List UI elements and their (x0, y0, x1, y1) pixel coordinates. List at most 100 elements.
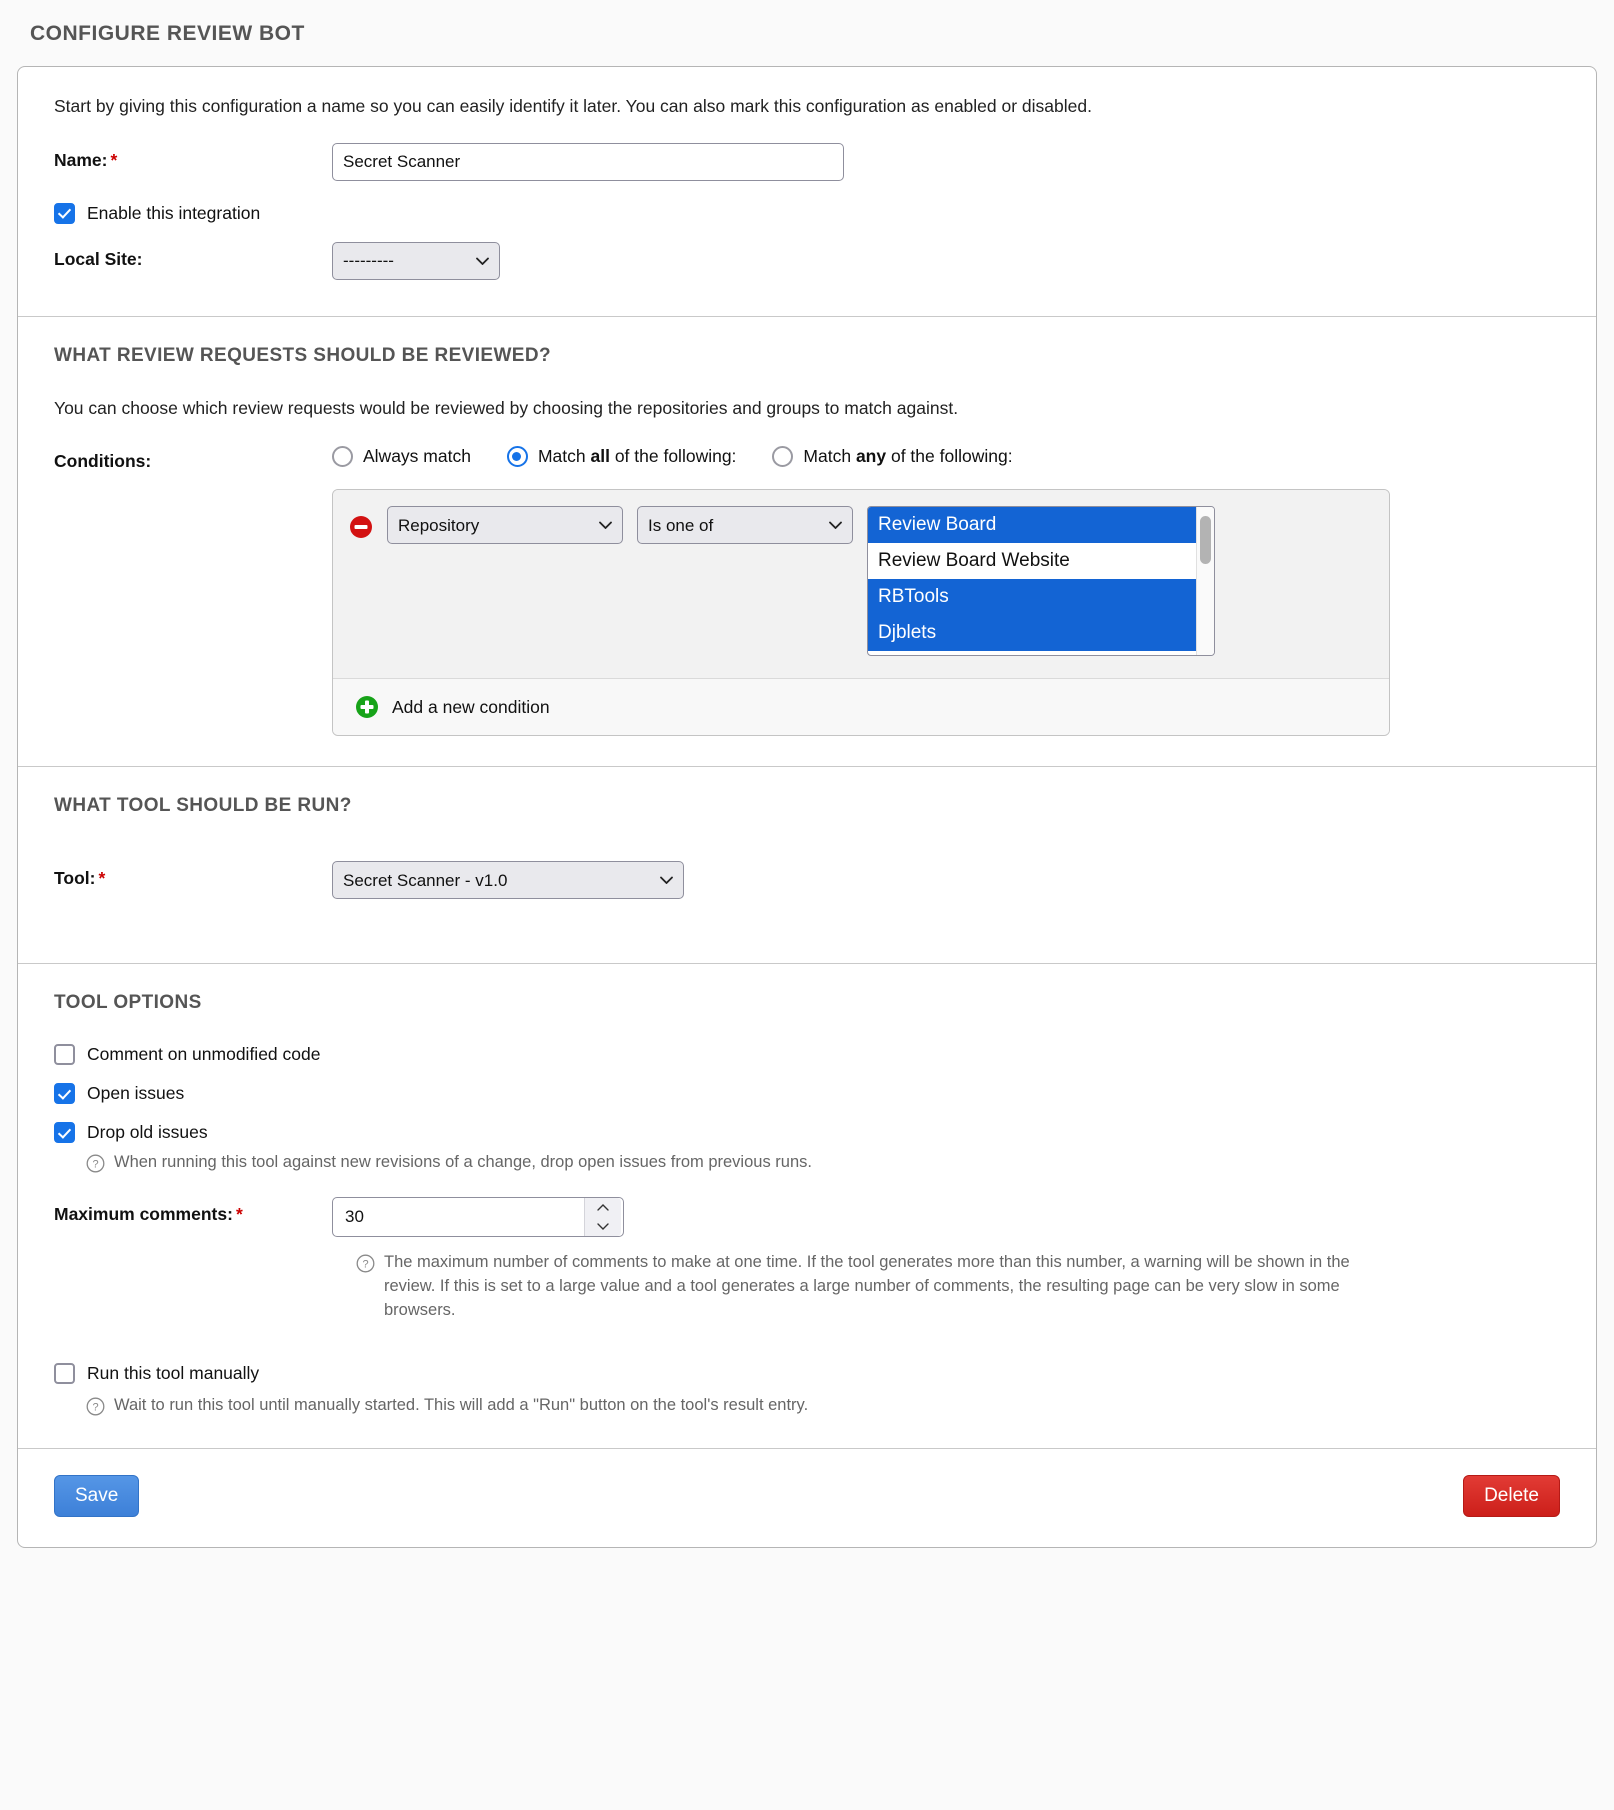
multiselect-option-list: Review Board Review Board Website RBTool… (868, 507, 1196, 655)
radio-match-all-label: Match all of the following: (538, 446, 736, 467)
drop-old-issues-label: Drop old issues (87, 1122, 208, 1143)
save-button[interactable]: Save (54, 1474, 140, 1517)
radio-match-all-bold: all (590, 446, 610, 467)
local-site-control: --------- (332, 241, 1560, 280)
page-title: Configure Review Bot (30, 22, 305, 45)
configure-review-bot-page: Configure Review Bot Start by giving thi… (0, 0, 1614, 1810)
max-comments-label-text: Maximum comments: (54, 1204, 233, 1225)
open-issues-label: Open issues (87, 1083, 185, 1104)
conditions-field-row: Conditions: Always match Match all of th… (54, 444, 1560, 737)
radio-match-all[interactable]: Match all of the following: (506, 446, 736, 468)
required-asterisk: * (110, 149, 118, 170)
condition-operator-select[interactable]: Is one of (637, 506, 853, 545)
tool-section: What tool should be run? Tool: * Secret S… (18, 767, 1596, 965)
radio-match-all-input[interactable] (506, 446, 528, 468)
configuration-form: Start by giving this configuration a nam… (17, 66, 1597, 1548)
condition-row: Repository Is one of Review Board Review… (349, 506, 1373, 657)
tool-select-wrap[interactable]: Secret Scanner - v1.0 (332, 861, 684, 900)
local-site-select[interactable]: --------- (332, 241, 500, 280)
name-input[interactable] (332, 142, 844, 181)
local-site-label: Local Site: (54, 248, 143, 269)
condition-field-select[interactable]: Repository (387, 506, 623, 545)
help-question-icon: ? (86, 1397, 105, 1416)
conditions-box: Repository Is one of Review Board Review… (332, 489, 1390, 737)
conditions-section: What review requests should be reviewed?… (18, 317, 1596, 768)
comment-unmodified-row[interactable]: Comment on unmodified code (54, 1044, 1560, 1066)
multiselect-option[interactable]: Review Board (868, 507, 1196, 544)
condition-value-multiselect[interactable]: Review Board Review Board Website RBTool… (867, 506, 1215, 657)
multiselect-option[interactable]: RBTools (868, 579, 1196, 616)
condition-operator-select-wrap[interactable]: Is one of (637, 506, 853, 545)
enable-integration-label: Enable this integration (87, 202, 261, 223)
max-comments-control (332, 1197, 1560, 1238)
tool-label: Tool: * (54, 861, 332, 889)
tool-options-heading: Tool options (54, 992, 202, 1014)
run-manually-checkbox[interactable] (54, 1362, 75, 1384)
enable-integration-row[interactable]: Enable this integration (54, 202, 1560, 224)
run-manually-help: ? Wait to run this tool until manually s… (86, 1394, 1560, 1418)
basic-info-intro: Start by giving this configuration a nam… (54, 96, 1092, 116)
radio-always-match-label: Always match (363, 446, 471, 467)
open-issues-checkbox[interactable] (54, 1083, 75, 1105)
basic-info-section: Start by giving this configuration a nam… (18, 67, 1596, 317)
local-site-field-row: Local Site: --------- (54, 241, 1560, 280)
spinner-up-button[interactable] (585, 1198, 621, 1217)
drop-old-issues-help-text: When running this tool against new revis… (114, 1153, 812, 1172)
max-comments-input[interactable] (332, 1197, 624, 1238)
condition-row-list: Repository Is one of Review Board Review… (333, 490, 1389, 679)
multiselect-option[interactable]: Review Board Website (868, 543, 1196, 580)
help-question-icon: ? (86, 1154, 105, 1173)
run-manually-help-text: Wait to run this tool until manually sta… (114, 1395, 809, 1414)
help-question-icon: ? (356, 1254, 375, 1273)
local-site-select-wrap[interactable]: --------- (332, 241, 500, 280)
add-condition-button[interactable]: Add a new condition (333, 678, 1389, 736)
required-asterisk: * (235, 1204, 243, 1225)
add-circle-icon (355, 695, 379, 719)
name-control (332, 142, 1560, 181)
radio-match-any-bold: any (855, 446, 887, 467)
form-button-bar: Save Delete (18, 1449, 1596, 1547)
run-manually-label: Run this tool manually (87, 1362, 260, 1383)
conditions-mode-radio-group: Always match Match all of the following:… (332, 444, 1560, 468)
radio-match-any[interactable]: Match any of the following: (772, 446, 1013, 468)
radio-always-match-input[interactable] (332, 446, 353, 468)
drop-old-issues-checkbox[interactable] (54, 1122, 75, 1144)
max-comments-stepper[interactable] (332, 1197, 624, 1238)
tool-heading: What tool should be run? (54, 795, 352, 817)
radio-match-all-prefix: Match (537, 446, 591, 467)
condition-field-select-wrap[interactable]: Repository (387, 506, 623, 545)
radio-always-match[interactable]: Always match (332, 446, 471, 468)
name-label-text: Name: (54, 149, 108, 170)
conditions-heading: What review requests should be reviewed? (54, 344, 552, 366)
max-comments-help-text: The maximum number of comments to make a… (384, 1253, 1350, 1320)
conditions-intro: You can choose which review requests wou… (54, 397, 959, 418)
comment-unmodified-checkbox[interactable] (54, 1044, 75, 1066)
max-comments-label: Maximum comments: * (54, 1197, 332, 1225)
tool-control: Secret Scanner - v1.0 (332, 861, 1560, 900)
number-spinner[interactable] (584, 1198, 621, 1237)
max-comments-field-row: Maximum comments: * (54, 1197, 1560, 1238)
tool-select[interactable]: Secret Scanner - v1.0 (332, 861, 684, 900)
tool-label-text: Tool: (54, 868, 96, 889)
name-label: Name: * (54, 143, 332, 171)
add-condition-label: Add a new condition (392, 696, 550, 717)
svg-text:?: ? (92, 1402, 98, 1414)
multiselect-scrollbar[interactable] (1196, 507, 1214, 656)
drop-old-issues-row[interactable]: Drop old issues (54, 1122, 1560, 1144)
radio-match-any-label: Match any of the following: (803, 446, 1012, 467)
enable-integration-checkbox[interactable] (54, 202, 75, 224)
required-asterisk: * (98, 868, 106, 889)
svg-text:?: ? (92, 1159, 98, 1171)
open-issues-row[interactable]: Open issues (54, 1083, 1560, 1105)
multiselect-option[interactable]: Djblets (868, 615, 1196, 652)
radio-match-any-input[interactable] (772, 446, 794, 468)
multiselect-scrollbar-thumb[interactable] (1200, 516, 1211, 565)
remove-circle-icon[interactable] (349, 515, 373, 539)
drop-old-issues-help: ? When running this tool against new rev… (86, 1151, 1560, 1175)
svg-text:?: ? (362, 1259, 368, 1271)
radio-match-any-prefix: Match (803, 446, 856, 467)
spinner-down-button[interactable] (585, 1217, 621, 1236)
name-field-row: Name: * (54, 142, 1560, 181)
delete-button[interactable]: Delete (1463, 1474, 1560, 1517)
run-manually-row[interactable]: Run this tool manually (54, 1362, 1560, 1384)
